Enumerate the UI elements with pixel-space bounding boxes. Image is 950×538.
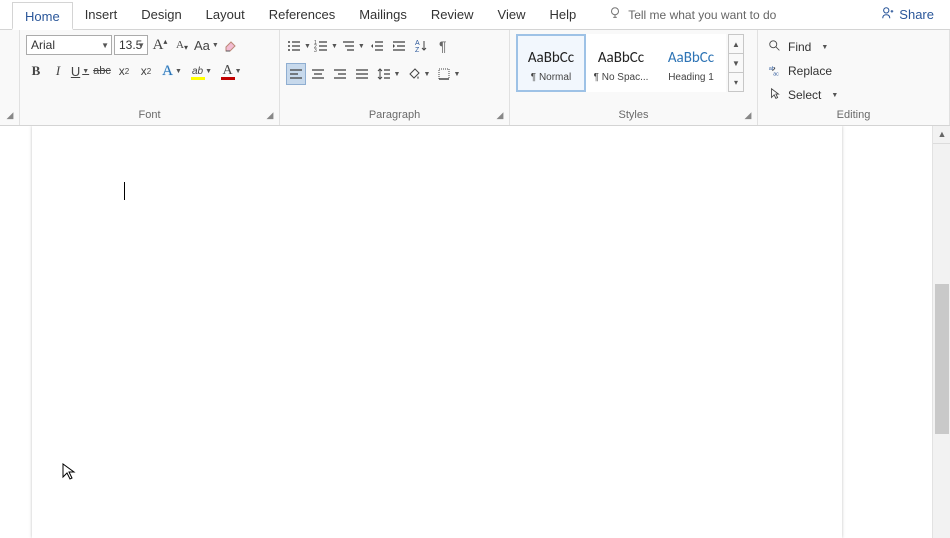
- tab-references[interactable]: References: [257, 1, 347, 29]
- styles-dialog-launcher[interactable]: ◢: [742, 110, 754, 122]
- paragraph-dialog-launcher[interactable]: ◢: [494, 110, 506, 122]
- svg-text:A: A: [415, 40, 420, 47]
- share-button[interactable]: Share: [881, 6, 934, 23]
- scroll-up-button[interactable]: ▲: [933, 126, 950, 144]
- style-preview: AaBbCc: [598, 44, 644, 72]
- increase-indent-button[interactable]: [389, 35, 409, 57]
- font-name-value: Arial: [27, 38, 69, 52]
- style-name-label: Heading 1: [668, 72, 714, 83]
- style-preview: AaBbCc: [528, 44, 574, 72]
- line-spacing-button[interactable]: ▼: [374, 63, 402, 85]
- style-heading1[interactable]: AaBbCc Heading 1: [656, 34, 726, 92]
- font-dialog-launcher[interactable]: ◢: [264, 110, 276, 122]
- align-center-button[interactable]: [308, 63, 328, 85]
- lightbulb-icon: [608, 6, 622, 23]
- group-paragraph: ▼ 123▼ ▼ AZ ¶ ▼ ▼ ▼ P: [280, 30, 510, 125]
- tab-home[interactable]: Home: [12, 2, 73, 30]
- styles-gallery-scroller: ▲ ▼ ▾: [728, 34, 744, 92]
- shading-button[interactable]: ▼: [404, 63, 432, 85]
- group-styles: AaBbCc ¶ Normal AaBbCc ¶ No Spac... AaBb…: [510, 30, 758, 125]
- tab-help[interactable]: Help: [537, 1, 588, 29]
- text-caret: [124, 182, 125, 200]
- shrink-font-button[interactable]: A▾: [172, 34, 192, 56]
- search-icon: [768, 39, 782, 56]
- styles-group-label: Styles: [516, 107, 751, 125]
- styles-more-button[interactable]: ▾: [729, 73, 743, 91]
- strikethrough-button[interactable]: abc: [92, 60, 112, 82]
- replace-icon: abac: [768, 63, 782, 80]
- style-no-spacing[interactable]: AaBbCc ¶ No Spac...: [586, 34, 656, 92]
- sort-button[interactable]: AZ: [411, 35, 431, 57]
- show-paragraph-marks-button[interactable]: ¶: [433, 35, 453, 57]
- document-page[interactable]: [32, 126, 842, 538]
- bold-button[interactable]: B: [26, 60, 46, 82]
- numbering-button[interactable]: 123▼: [313, 35, 338, 57]
- paragraph-group-label: Paragraph: [286, 107, 503, 125]
- superscript-button[interactable]: x2: [136, 60, 156, 82]
- font-group-label: Font: [26, 107, 273, 125]
- ribbon: ◢ Arial ▼ 13.5 ▼ A▴ A▾ Aa▼: [0, 30, 950, 126]
- document-area: ▲: [0, 126, 950, 538]
- underline-button[interactable]: U▼: [70, 60, 90, 82]
- font-color-button[interactable]: A ▼: [218, 60, 246, 82]
- grow-font-button[interactable]: A▴: [150, 34, 170, 56]
- clipboard-dialog-launcher[interactable]: ◢: [4, 110, 16, 122]
- find-label: Find: [788, 40, 811, 54]
- tab-design[interactable]: Design: [129, 1, 193, 29]
- decrease-indent-button[interactable]: [367, 35, 387, 57]
- tell-me[interactable]: Tell me what you want to do: [608, 6, 776, 23]
- svg-text:ac: ac: [773, 71, 779, 77]
- style-preview: AaBbCc: [668, 44, 714, 72]
- align-left-button[interactable]: [286, 63, 306, 85]
- chevron-down-icon: ▼: [137, 41, 145, 50]
- styles-down-button[interactable]: ▼: [729, 54, 743, 73]
- share-icon: [881, 6, 895, 23]
- tab-mailings[interactable]: Mailings: [347, 1, 419, 29]
- borders-button[interactable]: ▼: [434, 63, 462, 85]
- replace-label: Replace: [788, 64, 832, 78]
- borders-icon: [436, 66, 452, 82]
- clear-formatting-button[interactable]: [221, 34, 241, 56]
- select-button[interactable]: Select ▼: [764, 84, 842, 106]
- tab-review[interactable]: Review: [419, 1, 486, 29]
- chevron-down-icon: ▼: [101, 41, 109, 50]
- font-size-combo[interactable]: 13.5 ▼: [114, 35, 148, 55]
- multilevel-list-button[interactable]: ▼: [340, 35, 365, 57]
- tab-view[interactable]: View: [486, 1, 538, 29]
- vertical-scrollbar[interactable]: ▲: [932, 126, 950, 538]
- cursor-icon: [768, 87, 782, 104]
- text-effects-button[interactable]: A▼: [158, 60, 186, 82]
- tell-me-text: Tell me what you want to do: [628, 8, 776, 22]
- style-name-label: ¶ No Spac...: [594, 72, 649, 83]
- highlight-button[interactable]: ab ▼: [188, 60, 216, 82]
- group-editing: Find ▼ abac Replace Select ▼ Editing: [758, 30, 950, 125]
- select-label: Select: [788, 88, 821, 102]
- ribbon-tabs: Home Insert Design Layout References Mai…: [0, 0, 950, 30]
- style-name-label: ¶ Normal: [531, 72, 571, 83]
- replace-button[interactable]: abac Replace: [764, 60, 842, 82]
- share-label: Share: [899, 7, 934, 22]
- eraser-icon: [223, 37, 239, 53]
- font-name-combo[interactable]: Arial ▼: [26, 35, 112, 55]
- find-button[interactable]: Find ▼: [764, 36, 842, 58]
- group-font: Arial ▼ 13.5 ▼ A▴ A▾ Aa▼ B I: [20, 30, 280, 125]
- tab-layout[interactable]: Layout: [194, 1, 257, 29]
- change-case-button[interactable]: Aa▼: [194, 34, 219, 56]
- align-right-button[interactable]: [330, 63, 350, 85]
- editing-group-label: Editing: [764, 107, 943, 125]
- style-normal[interactable]: AaBbCc ¶ Normal: [516, 34, 586, 92]
- styles-up-button[interactable]: ▲: [729, 35, 743, 54]
- bullets-button[interactable]: ▼: [286, 35, 311, 57]
- justify-button[interactable]: [352, 63, 372, 85]
- svg-text:Z: Z: [415, 47, 420, 54]
- svg-text:3: 3: [314, 48, 317, 54]
- italic-button[interactable]: I: [48, 60, 68, 82]
- tab-insert[interactable]: Insert: [73, 1, 130, 29]
- paint-bucket-icon: [406, 66, 422, 82]
- group-clipboard: ◢: [0, 30, 20, 125]
- scroll-thumb[interactable]: [935, 284, 949, 434]
- subscript-button[interactable]: x2: [114, 60, 134, 82]
